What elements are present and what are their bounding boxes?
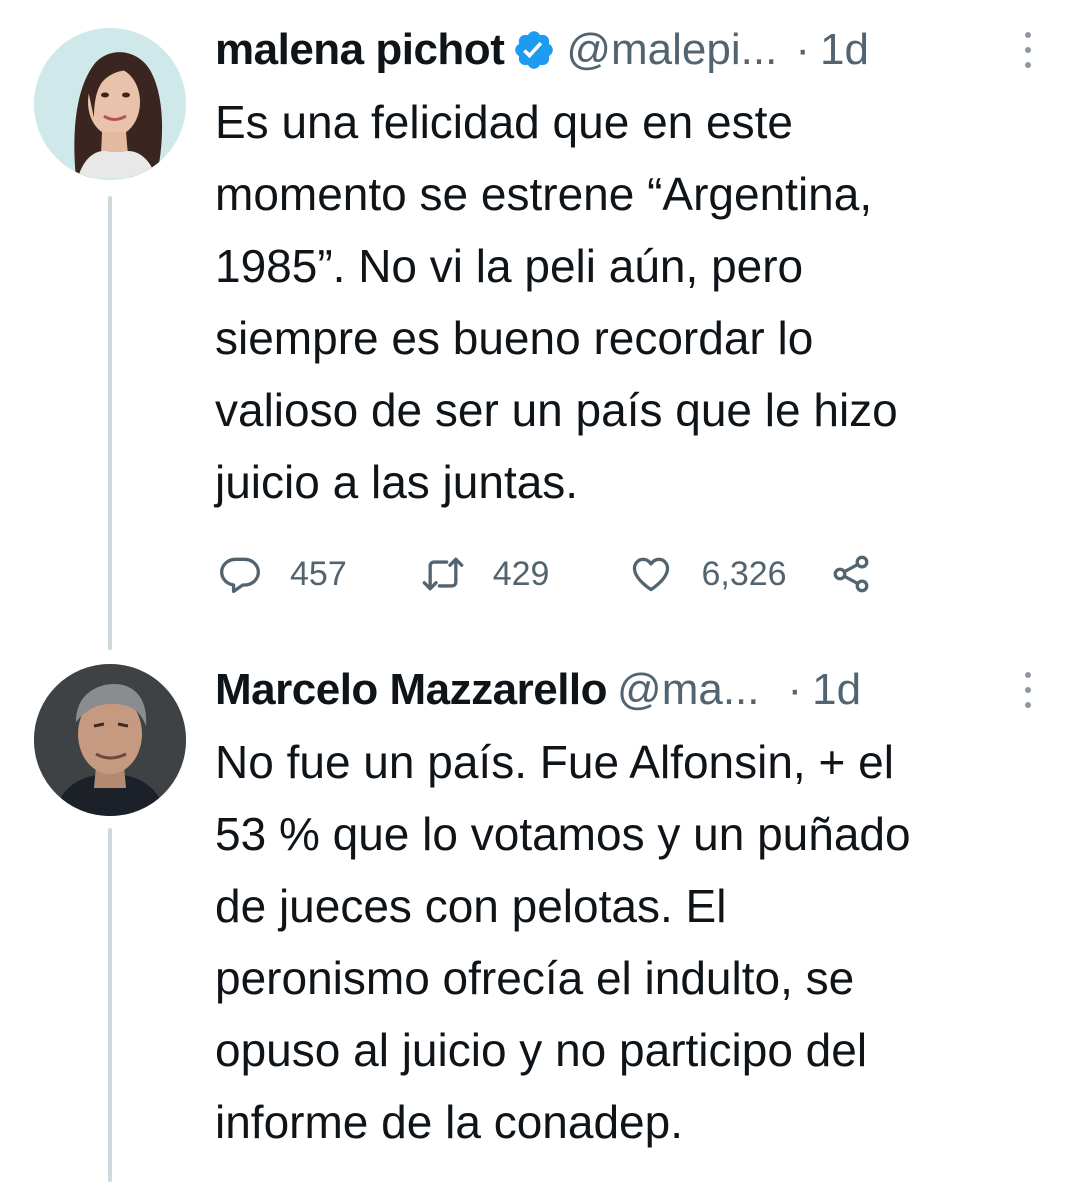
like-count: 6,326 xyxy=(701,554,787,593)
timestamp[interactable]: 1d xyxy=(820,25,869,75)
timestamp[interactable]: 1d xyxy=(812,665,861,715)
reply-count: 457 xyxy=(290,554,347,593)
tweet-thread: malena pichot @malepi... · 1d Es una fel… xyxy=(0,0,1080,1182)
like-icon xyxy=(633,557,670,592)
tweet-header: Marcelo Mazzarello @ma... · 1d xyxy=(215,662,1050,718)
share-button[interactable] xyxy=(829,552,873,596)
display-name[interactable]: malena pichot xyxy=(215,25,505,75)
avatar-image xyxy=(34,664,186,816)
user-handle[interactable]: @ma... xyxy=(617,665,759,715)
more-icon[interactable] xyxy=(1016,26,1040,74)
separator-dot: · xyxy=(787,665,803,714)
user-handle[interactable]: @malepi... xyxy=(566,25,777,75)
avatar[interactable] xyxy=(34,28,186,180)
thread-line-2 xyxy=(108,828,112,1182)
tweet-actions: 457 429 6,326 xyxy=(218,552,873,596)
thread-line-1 xyxy=(108,196,112,650)
more-icon[interactable] xyxy=(1016,666,1040,714)
tweet-text: Es una felicidad que en este momento se … xyxy=(215,96,898,508)
reply-button[interactable]: 457 xyxy=(218,552,347,596)
avatar[interactable] xyxy=(34,664,186,816)
retweet-count: 429 xyxy=(492,554,550,593)
avatar-image xyxy=(34,28,186,180)
reply-icon xyxy=(220,557,260,594)
retweet-button[interactable]: 429 xyxy=(421,552,550,596)
like-button[interactable]: 6,326 xyxy=(629,552,787,596)
separator-dot: · xyxy=(795,25,810,74)
share-icon xyxy=(833,555,868,593)
verified-badge-icon xyxy=(512,28,556,72)
display-name[interactable]: Marcelo Mazzarello xyxy=(215,665,608,715)
tweet-text: No fue un país. Fue Alfonsin, + el 53 % … xyxy=(215,736,911,1148)
retweet-icon xyxy=(422,557,464,591)
tweet-header: malena pichot @malepi... · 1d xyxy=(215,22,1050,78)
